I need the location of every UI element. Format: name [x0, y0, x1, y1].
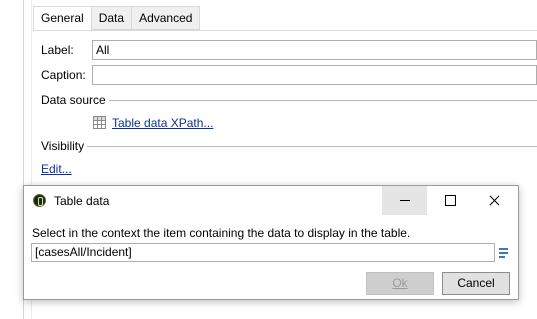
- data-source-divider: [108, 99, 537, 101]
- close-button[interactable]: [472, 186, 517, 215]
- visibility-section: Visibility: [41, 139, 537, 153]
- label-caption: Label:: [41, 43, 74, 57]
- xpath-input[interactable]: [casesAll/Incident]: [31, 243, 495, 262]
- cancel-label: Cancel: [457, 276, 495, 290]
- tab-general[interactable]: General: [33, 6, 92, 32]
- caption-field[interactable]: [92, 65, 537, 85]
- ok-label: Ok: [392, 276, 408, 290]
- data-source-section: Data source: [41, 93, 537, 107]
- table-data-dialog: Table data Select in the context the ite…: [23, 185, 519, 300]
- maximize-button[interactable]: [427, 186, 472, 215]
- cancel-button[interactable]: Cancel: [442, 272, 510, 295]
- dialog-message: Select in the context the item containin…: [32, 226, 411, 240]
- caption-caption: Caption:: [41, 68, 86, 82]
- ok-button[interactable]: Ok: [366, 272, 434, 295]
- dialog-titlebar[interactable]: Table data: [24, 186, 518, 215]
- table-data-xpath-link[interactable]: Table data XPath...: [112, 116, 213, 130]
- tab-bar: General Data Advanced: [33, 6, 201, 32]
- list-picker-icon[interactable]: [497, 245, 510, 259]
- tabs-divider: [33, 30, 537, 31]
- app-icon: [33, 194, 46, 207]
- data-source-heading: Data source: [41, 93, 106, 107]
- visibility-edit-link[interactable]: Edit...: [41, 162, 72, 176]
- visibility-heading: Visibility: [41, 139, 85, 153]
- minimize-button[interactable]: [382, 186, 427, 215]
- tab-advanced[interactable]: Advanced: [131, 6, 201, 30]
- visibility-divider: [87, 145, 537, 147]
- table-grid-icon: [93, 116, 106, 129]
- dialog-title: Table data: [54, 194, 110, 208]
- tab-data[interactable]: Data: [90, 6, 133, 30]
- label-field[interactable]: All: [92, 40, 537, 60]
